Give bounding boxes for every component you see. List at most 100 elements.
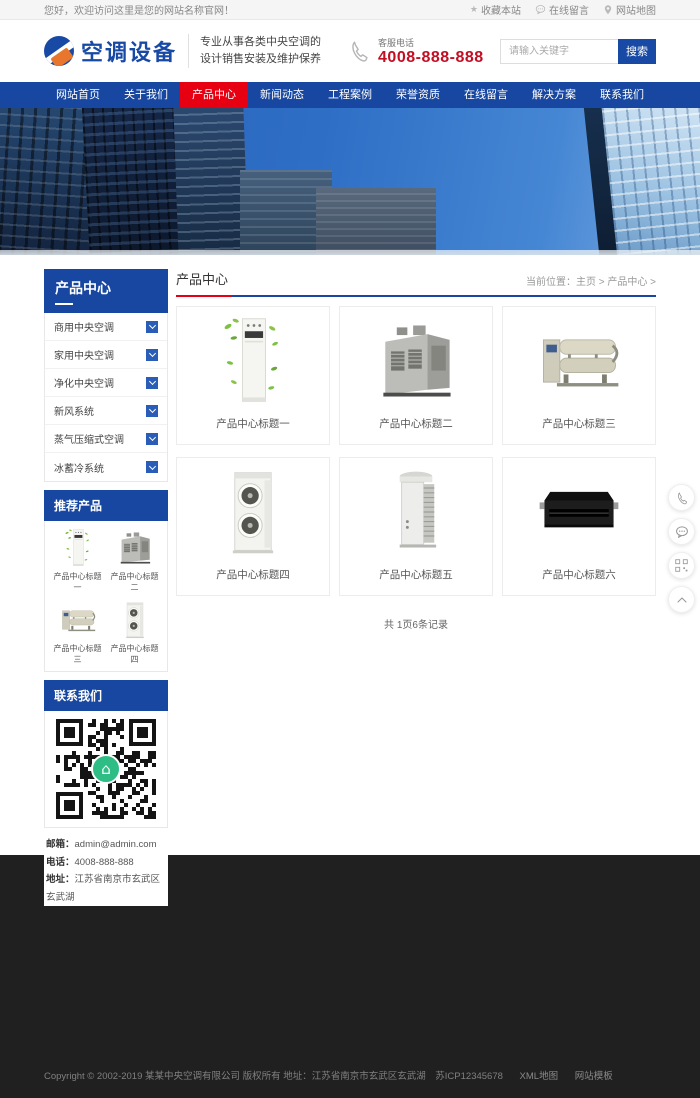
- nav-item-home[interactable]: 网站首页: [44, 82, 112, 108]
- chevron-down-icon[interactable]: [146, 321, 158, 333]
- nav-item-products[interactable]: 产品中心: [180, 82, 248, 108]
- site-template-link[interactable]: 网站模板: [575, 1071, 613, 1082]
- product-image: [531, 464, 627, 560]
- breadcrumb[interactable]: 当前位置：主页 > 产品中心 >: [526, 273, 656, 288]
- qr-house-icon: ⌂: [91, 754, 121, 784]
- chat-icon: [675, 525, 689, 539]
- product-card-3[interactable]: 产品中心标题三: [502, 306, 656, 445]
- product-thumb: [56, 527, 100, 569]
- sidebar-item-home-ac[interactable]: 家用中央空调: [45, 341, 167, 369]
- online-message-link[interactable]: 在线留言: [535, 2, 589, 17]
- xml-sitemap-link[interactable]: XML地图: [520, 1071, 559, 1082]
- sidebar-item-vapor-compression[interactable]: 蒸气压缩式空调: [45, 425, 167, 453]
- main-content: 产品中心 商用中央空调 家用中央空调 净化中央空调: [0, 255, 700, 855]
- chevron-down-icon[interactable]: [146, 405, 158, 417]
- logo-divider: [188, 34, 189, 68]
- product-image: [368, 313, 464, 409]
- phone-label: 客服电话: [378, 36, 484, 49]
- content-area: 产品中心 当前位置：主页 > 产品中心 > 产品中心标题一 产品中心标题二 产品…: [176, 269, 656, 906]
- nav-item-solutions[interactable]: 解决方案: [520, 82, 588, 108]
- sidebar-item-ice-storage[interactable]: 冰蓄冷系统: [45, 453, 167, 481]
- chevron-down-icon[interactable]: [146, 433, 158, 445]
- product-card-6[interactable]: 产品中心标题六: [502, 457, 656, 596]
- recommended-title: 推荐产品: [44, 490, 168, 521]
- product-image: [205, 464, 301, 560]
- nav-item-news[interactable]: 新闻动态: [248, 82, 316, 108]
- product-menu-block: 产品中心 商用中央空调 家用中央空调 净化中央空调: [44, 269, 168, 482]
- sidebar-item-fresh-air[interactable]: 新风系统: [45, 397, 167, 425]
- slogan-line-1: 专业从事各类中央空调的: [200, 34, 321, 51]
- back-to-top-button[interactable]: [668, 586, 695, 613]
- slogan-line-2: 设计销售安装及维护保养: [200, 51, 321, 68]
- product-card-2[interactable]: 产品中心标题二: [339, 306, 493, 445]
- map-pin-icon: [603, 4, 613, 15]
- phone-number: 4008-888-888: [378, 49, 484, 67]
- nav-item-message[interactable]: 在线留言: [452, 82, 520, 108]
- search-bar: 搜索: [500, 39, 656, 64]
- contact-address-row: 地址：江苏省南京市玄武区玄武湖: [46, 871, 166, 906]
- chevron-down-icon[interactable]: [146, 349, 158, 361]
- contact-block: 联系我们 ⌂: [44, 680, 168, 906]
- nav-item-cases[interactable]: 工程案例: [316, 82, 384, 108]
- contact-info: 邮箱：admin@admin.com 电话：4008-888-888 地址：江苏…: [44, 828, 168, 906]
- logo-text[interactable]: 空调设备: [81, 35, 177, 67]
- product-image: [531, 313, 627, 409]
- float-qr-button[interactable]: [668, 552, 695, 579]
- hero-banner: [0, 108, 700, 255]
- contact-email-row: 邮箱：admin@admin.com: [46, 836, 166, 854]
- contact-phone-row: 电话：4008-888-888: [46, 854, 166, 872]
- floating-toolbar: [668, 484, 695, 613]
- sitemap-link[interactable]: 网站地图: [603, 2, 656, 17]
- product-menu-header: 产品中心: [44, 269, 168, 313]
- nav-item-contact[interactable]: 联系我们: [588, 82, 656, 108]
- phone-icon: [675, 491, 689, 505]
- logo-icon[interactable]: [44, 36, 74, 66]
- main-nav: 网站首页 关于我们 产品中心 新闻动态 工程案例 荣誉资质 在线留言 解决方案 …: [0, 82, 700, 108]
- qr-code: ⌂: [56, 719, 156, 819]
- product-grid: 产品中心标题一 产品中心标题二 产品中心标题三 产品中心标题四: [176, 306, 656, 596]
- sidebar-item-purification-ac[interactable]: 净化中央空调: [45, 369, 167, 397]
- service-phone: 客服电话 4008-888-888: [347, 36, 484, 67]
- site-header: 空调设备 专业从事各类中央空调的 设计销售安装及维护保养 客服电话 4008-8…: [0, 20, 700, 82]
- bookmark-site-link[interactable]: ★ 收藏本站: [470, 2, 521, 17]
- recommended-item[interactable]: 产品中心标题四: [107, 599, 162, 669]
- search-input[interactable]: [500, 39, 618, 64]
- search-button[interactable]: 搜索: [618, 39, 656, 64]
- welcome-text: 您好，欢迎访问这里是您的网站名称官网！: [44, 2, 234, 17]
- copyright-text: Copyright © 2002-2019 某某中央空调有限公司 版权所有 地址…: [44, 1071, 503, 1082]
- contact-phone-value: 4008-888-888: [75, 857, 134, 868]
- chevron-down-icon[interactable]: [146, 377, 158, 389]
- chevron-down-icon[interactable]: [146, 461, 158, 473]
- pagination: 共 1页6条记录: [176, 616, 656, 631]
- section-header: 产品中心 当前位置：主页 > 产品中心 >: [176, 269, 656, 297]
- phone-icon: [347, 39, 371, 63]
- chat-icon: [535, 4, 546, 15]
- contact-email-value: admin@admin.com: [75, 839, 157, 850]
- hero-building: [601, 108, 700, 255]
- product-card-4[interactable]: 产品中心标题四: [176, 457, 330, 596]
- hero-building: [81, 108, 186, 255]
- recommended-item[interactable]: 产品中心标题三: [50, 599, 105, 669]
- recommended-item[interactable]: 产品中心标题一: [50, 527, 105, 597]
- product-card-5[interactable]: 产品中心标题五: [339, 457, 493, 596]
- online-message-label: 在线留言: [549, 2, 589, 17]
- float-phone-button[interactable]: [668, 484, 695, 511]
- nav-item-honors[interactable]: 荣誉资质: [384, 82, 452, 108]
- slogan: 专业从事各类中央空调的 设计销售安装及维护保养: [200, 34, 321, 68]
- title-underline: [55, 303, 73, 305]
- product-menu-title: 产品中心: [55, 278, 157, 298]
- nav-item-about[interactable]: 关于我们: [112, 82, 180, 108]
- chevron-up-icon: [676, 594, 688, 606]
- recommended-item[interactable]: 产品中心标题二: [107, 527, 162, 597]
- star-icon: ★: [470, 4, 478, 15]
- sitemap-label: 网站地图: [616, 2, 656, 17]
- product-image: [368, 464, 464, 560]
- page: 您好，欢迎访问这里是您的网站名称官网！ ★ 收藏本站 在线留言 网站地图: [0, 0, 700, 1098]
- product-card-1[interactable]: 产品中心标题一: [176, 306, 330, 445]
- product-thumb: [113, 599, 157, 641]
- sidebar-item-commercial-ac[interactable]: 商用中央空调: [45, 313, 167, 341]
- float-chat-button[interactable]: [668, 518, 695, 545]
- sidebar: 产品中心 商用中央空调 家用中央空调 净化中央空调: [44, 269, 168, 906]
- page-title: 产品中心: [176, 269, 228, 288]
- contact-title: 联系我们: [44, 680, 168, 711]
